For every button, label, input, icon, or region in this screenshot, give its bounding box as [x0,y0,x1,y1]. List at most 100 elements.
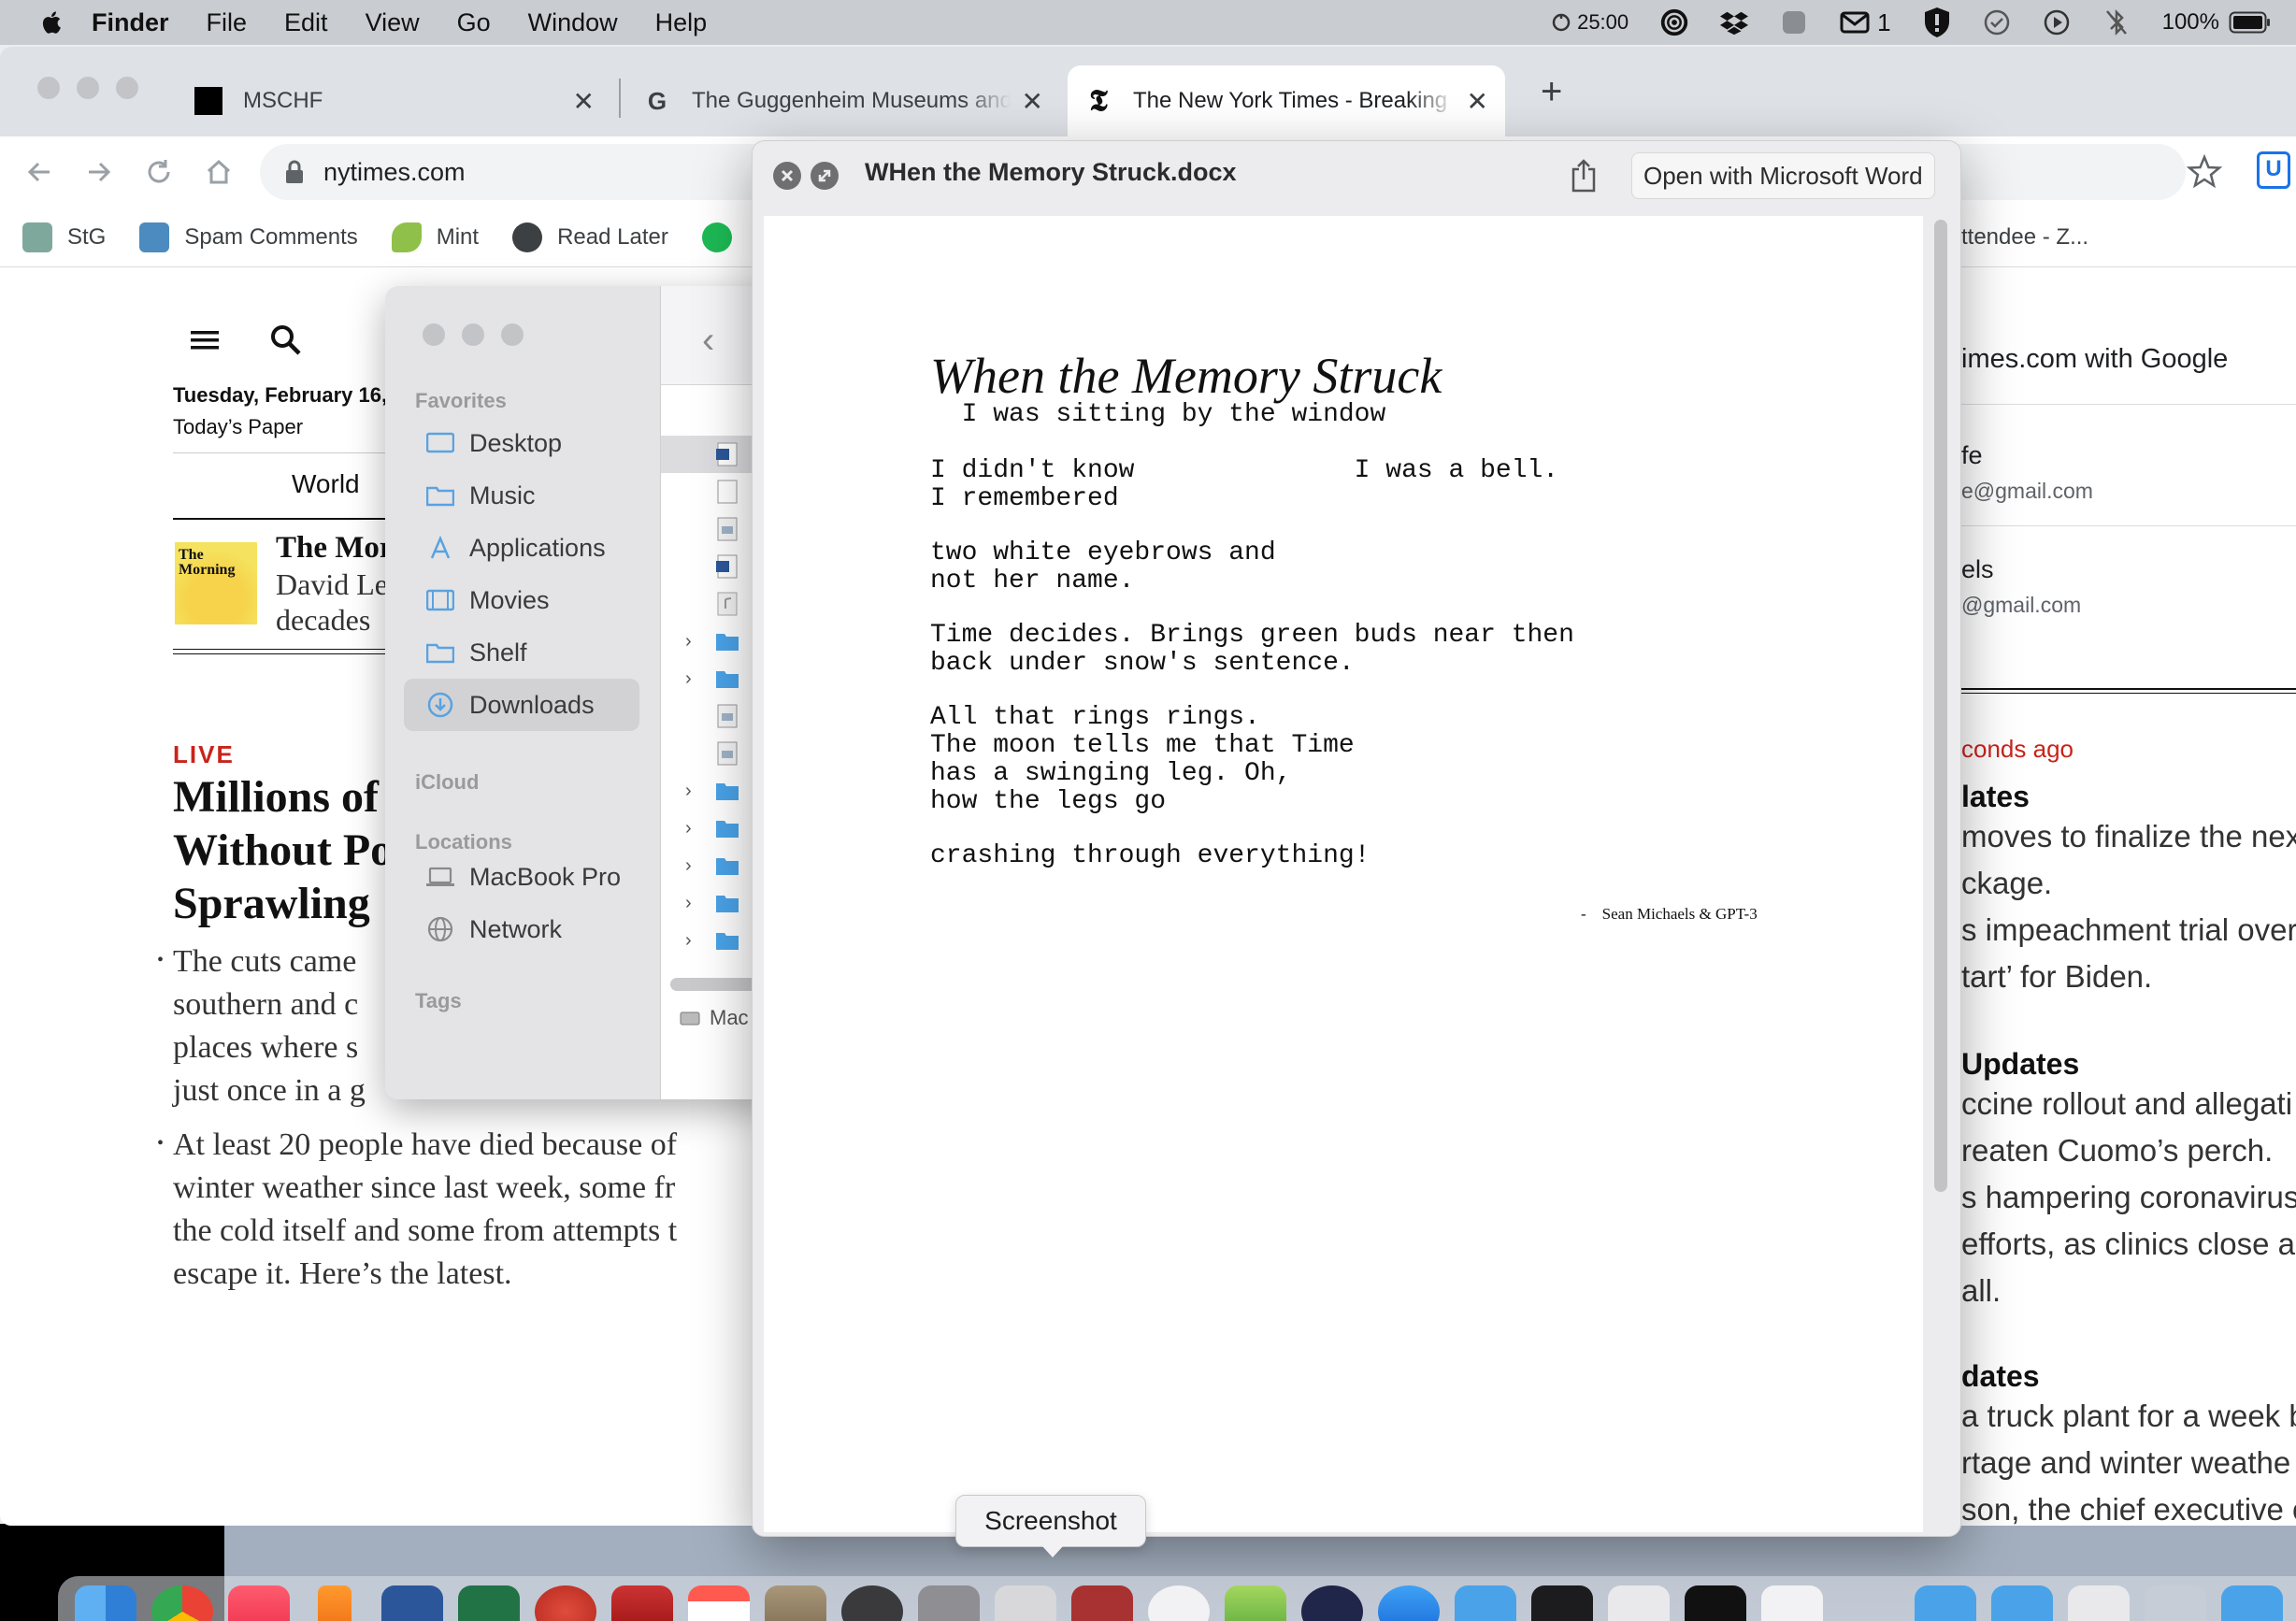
scrivener-icon[interactable] [535,1585,596,1621]
close-preview-icon[interactable] [773,162,801,190]
open-with-word-button[interactable]: Open with Microsoft Word [1631,152,1935,199]
back-chevron-icon[interactable]: ‹ [702,320,714,362]
live-updates-heading[interactable]: dates [1961,1359,2040,1394]
sidebar-item-applications[interactable]: Applications [404,522,639,574]
menu-window[interactable]: Window [528,8,618,37]
timer-status[interactable]: 25:00 [1551,10,1629,35]
play-circle-icon[interactable] [2043,8,2071,36]
bookmark-star-icon[interactable] [2186,153,2223,191]
account-email[interactable]: e@gmail.com [1961,479,2093,504]
hamburger-menu-icon[interactable] [191,327,221,353]
dictionary-icon[interactable] [1071,1585,1133,1621]
sidebar-item-movies[interactable]: Movies [404,574,639,626]
applications-folder-icon[interactable] [1915,1585,1976,1621]
night-owl-icon[interactable] [1301,1585,1363,1621]
tab-mschf[interactable]: MSCHF ✕ [178,65,611,136]
sidebar-item-music[interactable]: Music [404,469,639,522]
morning-title[interactable]: The Mor [276,531,394,566]
reload-icon[interactable] [140,153,178,191]
archive-utility-icon[interactable] [765,1585,826,1621]
update-summary[interactable]: a truck plant for a week b rtage and win… [1961,1393,2296,1526]
share-icon[interactable] [1568,158,1600,194]
bookmark-read-later[interactable]: Read Later [512,222,668,252]
extension-icon[interactable]: U [2257,151,2290,189]
update-summary[interactable]: moves to finalize the next ckage. s impe… [1961,813,2296,1000]
menu-edit[interactable]: Edit [284,8,328,37]
close-tab-icon[interactable]: ✕ [573,86,595,117]
zoom-window-button[interactable] [116,77,138,99]
update-summary[interactable]: ccine rollout and allegati reaten Cuomo’… [1961,1081,2296,1314]
calendar-icon[interactable] [688,1585,750,1621]
mail-status[interactable]: 1 [1840,8,1891,37]
back-icon[interactable] [21,153,58,191]
sidebar-item-network[interactable]: Network [404,903,639,955]
bookmark-spam-comments[interactable]: Spam Comments [139,222,358,252]
apple-menu-icon[interactable] [37,9,64,36]
close-window-button[interactable] [37,77,60,99]
menu-help[interactable]: Help [655,8,708,37]
bookmark-attendee[interactable]: ttendee - Z... [1961,224,2088,251]
excel-icon[interactable] [458,1585,520,1621]
sidebar-item-desktop[interactable]: Desktop [404,417,639,469]
bluetooth-off-icon[interactable] [2102,8,2131,36]
path-label[interactable]: Mac [710,1006,749,1030]
menu-finder[interactable]: Finder [92,8,169,37]
battery-status[interactable]: 100% [2162,9,2272,36]
account-email[interactable]: @gmail.com [1961,593,2081,618]
scissors-app-icon[interactable] [1780,8,1808,36]
focus-app-icon[interactable] [1660,8,1688,36]
tab-guggenheim[interactable]: G The Guggenheim Museums and Foundation … [626,65,1060,136]
gyroflow-icon[interactable] [611,1585,673,1621]
zoom-window-button[interactable] [501,323,524,346]
dropbox-icon[interactable] [1720,8,1749,36]
disclosure-chevron-icon[interactable]: › [685,855,710,877]
search-icon[interactable] [269,323,303,357]
home-icon[interactable] [200,153,237,191]
shield-exclamation-icon[interactable] [1923,7,1951,37]
live-updates-heading[interactable]: Updates [1961,1047,2079,1082]
downloads-folder-icon[interactable] [2221,1585,2283,1621]
close-tab-icon[interactable]: ✕ [1467,86,1488,117]
lead-headline[interactable]: Millions of Without Po Sprawling [173,770,388,930]
screenshot-icon[interactable] [995,1585,1056,1621]
tab-nytimes[interactable]: 𝕿 The New York Times - Breaking News ✕ [1068,65,1505,136]
new-tab-button[interactable]: + [1541,71,1562,113]
disclosure-chevron-icon[interactable]: › [685,930,710,952]
taskheat-icon[interactable] [1225,1585,1286,1621]
minimized-window-icon[interactable] [2145,1585,2206,1621]
checkmark-circle-icon[interactable] [1983,8,2011,36]
nav-world[interactable]: World [292,469,360,499]
music-icon[interactable] [228,1585,290,1621]
vpn-shield-icon[interactable] [1761,1585,1823,1621]
word-icon[interactable] [381,1585,443,1621]
system-preferences-icon[interactable] [841,1585,903,1621]
account-name[interactable]: fe [1961,441,1983,470]
documents-folder-icon[interactable] [1991,1585,2053,1621]
finder-icon[interactable] [75,1585,136,1621]
safari-icon[interactable] [1378,1585,1440,1621]
terminal-icon[interactable] [1685,1585,1746,1621]
disclosure-chevron-icon[interactable]: › [685,818,710,839]
sidebar-item-macbook-pro[interactable]: MacBook Pro [404,851,639,903]
disclosure-chevron-icon[interactable]: › [685,631,710,653]
live-updates-heading[interactable]: lates [1961,780,2030,814]
disclosure-chevron-icon[interactable]: › [685,893,710,914]
account-name[interactable]: els [1961,555,1994,584]
vertical-scrollbar[interactable] [1934,220,1947,1192]
todays-paper-link[interactable]: Today’s Paper [173,415,303,439]
folder-icon[interactable] [1455,1585,1516,1621]
forward-icon[interactable] [80,153,118,191]
chrome-icon[interactable] [151,1585,213,1621]
the-morning-thumbnail[interactable]: The Morning [175,542,257,624]
bookmark-stg[interactable]: StG [22,222,106,252]
document-stack-icon[interactable] [2068,1585,2130,1621]
calculator-icon[interactable] [918,1585,980,1621]
vlc-icon[interactable] [318,1585,352,1621]
close-window-button[interactable] [423,323,445,346]
bookmark-mint[interactable]: Mint [391,222,479,252]
minimize-window-button[interactable] [77,77,99,99]
textedit-icon[interactable] [1608,1585,1670,1621]
sidebar-item-shelf[interactable]: Shelf [404,626,639,679]
sidebar-item-downloads[interactable]: Downloads [404,679,639,731]
close-tab-icon[interactable]: ✕ [1022,86,1043,117]
